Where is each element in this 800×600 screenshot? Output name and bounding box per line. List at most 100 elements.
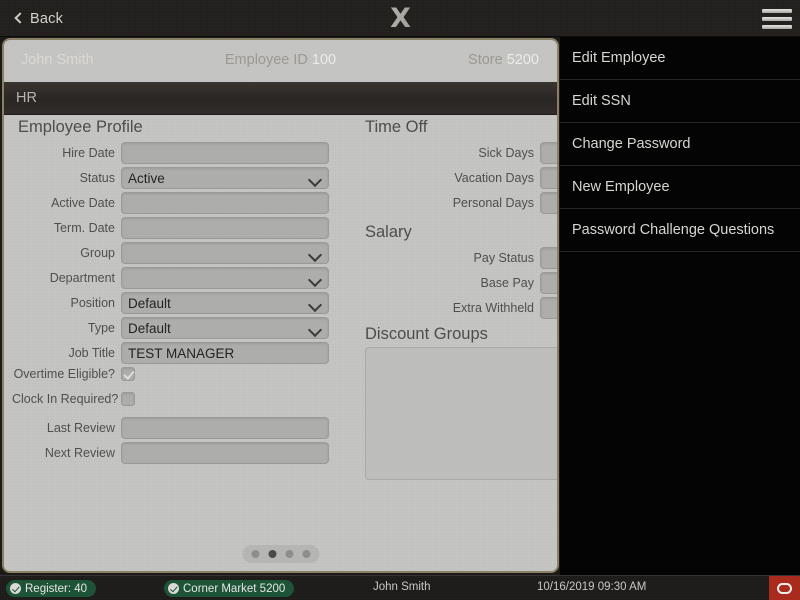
menu-item-edit-employee[interactable]: Edit Employee	[560, 37, 800, 80]
label-next-review: Next Review	[44, 446, 115, 460]
form-row-term-date: Term. Date	[12, 217, 329, 239]
label-hire-date: Hire Date	[62, 146, 115, 160]
label-pay-status: Pay Status	[473, 251, 534, 265]
side-menu: Edit Employee Edit SSN Change Password New …	[560, 37, 800, 575]
label-status: Status	[79, 171, 115, 185]
input-job-title[interactable]: TEST MANAGER	[121, 342, 329, 364]
form-row-sick-days: Sick Days	[404, 142, 557, 164]
menu-item-edit-ssn[interactable]: Edit SSN	[560, 80, 800, 123]
input-sick-days[interactable]	[540, 142, 557, 164]
app-logo: X	[0, 5, 800, 33]
form-row-status: Status Active	[12, 167, 329, 189]
register-status-badge[interactable]: Register: 40	[6, 580, 97, 597]
field-value: Default	[128, 296, 171, 311]
store-status-badge[interactable]: Corner Market 5200	[164, 580, 295, 597]
status-datetime: 10/16/2019 09:30 AM	[537, 581, 647, 593]
label-active-date: Active Date	[51, 196, 115, 210]
discount-groups-list[interactable]	[365, 347, 557, 480]
store-status-label: Corner Market 5200	[183, 582, 286, 595]
form-row-personal-days: Personal Days	[404, 192, 557, 214]
label-personal-days: Personal Days	[452, 196, 534, 210]
input-last-review[interactable]	[121, 417, 329, 439]
input-vacation-days[interactable]	[540, 167, 557, 189]
form-row-position: Position Default	[12, 292, 329, 314]
employee-name: John Smith	[21, 52, 94, 68]
status-user: John Smith	[373, 581, 431, 593]
status-bar: Register: 40 Corner Market 5200 John Smi…	[0, 575, 800, 600]
input-term-date[interactable]	[121, 217, 329, 239]
hamburger-bar	[762, 17, 792, 21]
store-info: Store 5200	[468, 52, 539, 68]
menu-item-password-challenge-questions[interactable]: Password Challenge Questions	[560, 209, 800, 252]
input-next-review[interactable]	[121, 442, 329, 464]
menu-item-change-password[interactable]: Change Password	[560, 123, 800, 166]
label-clock-in-required: Clock In Required?	[12, 392, 119, 406]
label-sick-days: Sick Days	[478, 146, 534, 160]
select-department[interactable]	[121, 267, 329, 289]
label-type: Type	[87, 321, 115, 335]
label-department: Department	[49, 271, 115, 285]
section-title-time-off: Time Off	[365, 118, 428, 136]
page-dot-3[interactable]	[285, 550, 293, 558]
stop-oval-shape	[777, 583, 792, 594]
label-job-title: Job Title	[68, 346, 115, 360]
form-row-hire-date: Hire Date	[12, 142, 329, 164]
form-row-department: Department	[12, 267, 329, 289]
form-row-job-title: Job Title TEST MANAGER	[12, 342, 329, 364]
hamburger-icon[interactable]	[762, 8, 792, 30]
form-row-base-pay: Base Pay	[404, 272, 557, 294]
input-active-date[interactable]	[121, 192, 329, 214]
store-label: Store	[468, 52, 503, 68]
app-root: Back X John Smith Employee ID 100 Store …	[0, 0, 800, 600]
label-last-review: Last Review	[46, 421, 115, 435]
tab-strip: HR	[4, 82, 557, 115]
check-circle-icon	[168, 583, 179, 594]
form-row-next-review: Next Review	[12, 442, 329, 464]
page-dot-2[interactable]	[268, 550, 276, 558]
employee-id-label: Employee ID	[224, 52, 308, 68]
label-vacation-days: Vacation Days	[454, 171, 534, 185]
page-indicator[interactable]	[242, 545, 319, 563]
tab-hr[interactable]: HR	[16, 90, 37, 106]
form-row-last-review: Last Review	[12, 417, 329, 439]
label-overtime-eligible: Overtime Eligible?	[13, 367, 115, 381]
label-group: Group	[80, 246, 115, 260]
form-row-pay-status: Pay Status	[404, 247, 557, 269]
field-value: Active	[128, 171, 165, 186]
label-extra-withheld: Extra Withheld	[452, 301, 534, 315]
form-row-active-date: Active Date	[12, 192, 329, 214]
section-title-discount-groups: Discount Groups	[365, 325, 488, 343]
form-area: Employee Profile Time Off Salary Discoun…	[4, 115, 557, 571]
register-status-label: Register: 40	[25, 582, 88, 595]
select-group[interactable]	[121, 242, 329, 264]
menu-item-new-employee[interactable]: New Employee	[560, 166, 800, 209]
input-hire-date[interactable]	[121, 142, 329, 164]
section-title-employee-profile: Employee Profile	[18, 118, 143, 136]
form-row-extra-withheld: Extra Withheld	[404, 297, 557, 319]
input-base-pay[interactable]	[540, 272, 557, 294]
top-bar: Back X	[0, 0, 800, 37]
select-type[interactable]: Default	[121, 317, 329, 339]
form-row-vacation-days: Vacation Days	[404, 167, 557, 189]
form-row-clock-in-required: Clock In Required?	[12, 392, 135, 406]
store-value: 5200	[506, 52, 539, 68]
label-position: Position	[70, 296, 115, 310]
input-extra-withheld[interactable]	[540, 297, 557, 319]
form-row-type: Type Default	[12, 317, 329, 339]
input-personal-days[interactable]	[540, 192, 557, 214]
checkbox-overtime-eligible[interactable]	[121, 367, 135, 381]
stop-oval-icon[interactable]	[769, 576, 800, 600]
section-title-salary: Salary	[365, 223, 412, 241]
hamburger-bar	[762, 9, 792, 13]
page-dot-4[interactable]	[302, 550, 310, 558]
field-value: Default	[128, 321, 171, 336]
checkbox-clock-in-required[interactable]	[121, 392, 135, 406]
page-dot-1[interactable]	[251, 550, 259, 558]
select-status[interactable]: Active	[121, 167, 329, 189]
input-pay-status[interactable]	[540, 247, 557, 269]
select-position[interactable]: Default	[121, 292, 329, 314]
employee-header: John Smith Employee ID 100 Store 5200	[4, 40, 557, 82]
employee-card: John Smith Employee ID 100 Store 5200 HR…	[2, 38, 559, 573]
hamburger-bar	[762, 25, 792, 29]
label-base-pay: Base Pay	[480, 276, 534, 290]
